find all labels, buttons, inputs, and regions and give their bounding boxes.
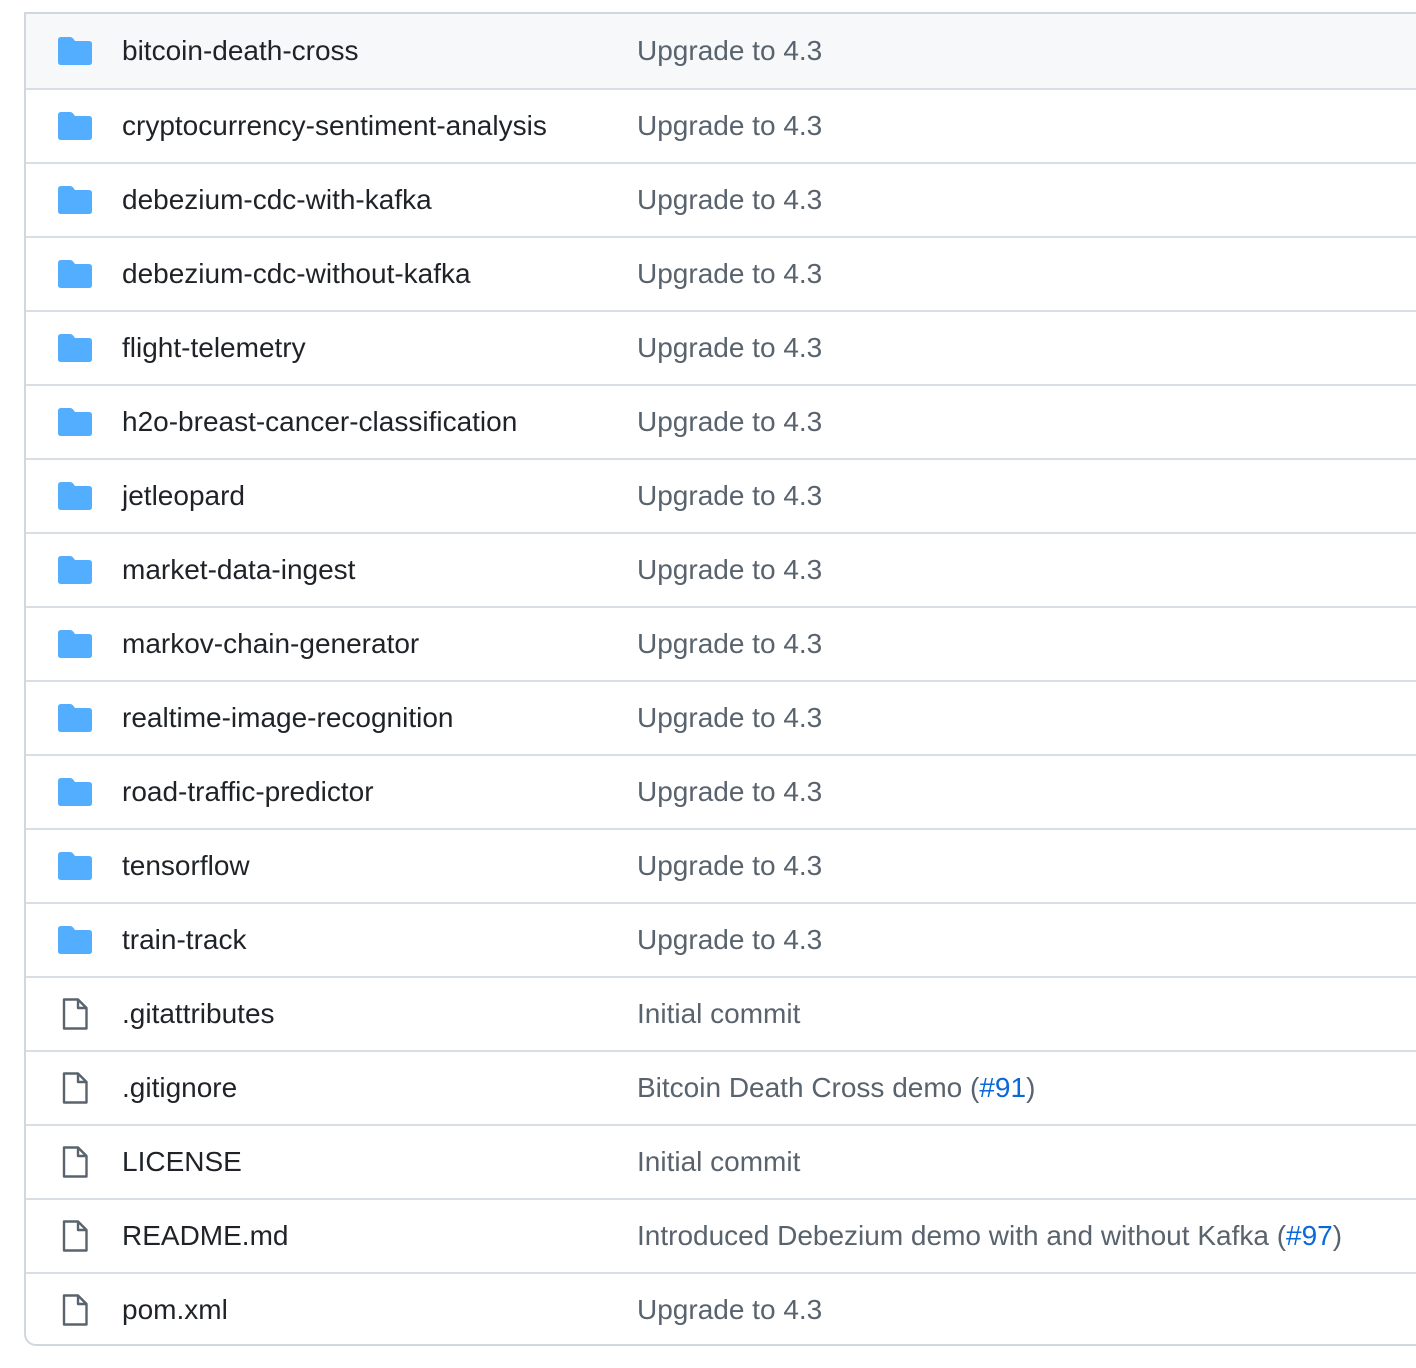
file-row[interactable]: .gitattributes Initial commit <box>26 976 1416 1050</box>
commit-message-text[interactable]: Upgrade to 4.3 <box>637 554 822 585</box>
file-row[interactable]: market-data-ingest Upgrade to 4.3 <box>26 532 1416 606</box>
commit-message-text[interactable]: Initial commit <box>637 998 800 1029</box>
file-icon <box>58 1220 92 1252</box>
commit-message[interactable]: Upgrade to 4.3 <box>637 406 822 438</box>
file-row[interactable]: tensorflow Upgrade to 4.3 <box>26 828 1416 902</box>
folder-icon <box>58 406 92 438</box>
entry-name[interactable]: tensorflow <box>122 850 250 882</box>
commit-message-text[interactable]: Upgrade to 4.3 <box>637 850 822 881</box>
file-row[interactable]: debezium-cdc-without-kafka Upgrade to 4.… <box>26 236 1416 310</box>
commit-message[interactable]: Upgrade to 4.3 <box>637 1294 822 1326</box>
entry-name[interactable]: LICENSE <box>122 1146 242 1178</box>
file-row[interactable]: cryptocurrency-sentiment-analysis Upgrad… <box>26 88 1416 162</box>
commit-message[interactable]: Upgrade to 4.3 <box>637 924 822 956</box>
commit-message-text[interactable]: Upgrade to 4.3 <box>637 628 822 659</box>
entry-name[interactable]: .gitattributes <box>122 998 275 1030</box>
commit-message[interactable]: Upgrade to 4.3 <box>637 850 822 882</box>
entry-name[interactable]: jetleopard <box>122 480 245 512</box>
file-icon <box>58 1146 92 1178</box>
commit-message-text[interactable]: Upgrade to 4.3 <box>637 184 822 215</box>
file-row[interactable]: .gitignore Bitcoin Death Cross demo (#91… <box>26 1050 1416 1124</box>
folder-icon <box>58 110 92 142</box>
commit-message[interactable]: Upgrade to 4.3 <box>637 480 822 512</box>
entry-name[interactable]: bitcoin-death-cross <box>122 35 359 67</box>
entry-name[interactable]: flight-telemetry <box>122 332 306 364</box>
file-row[interactable]: flight-telemetry Upgrade to 4.3 <box>26 310 1416 384</box>
file-row[interactable]: realtime-image-recognition Upgrade to 4.… <box>26 680 1416 754</box>
commit-message-text[interactable]: Upgrade to 4.3 <box>637 332 822 363</box>
entry-name[interactable]: debezium-cdc-with-kafka <box>122 184 432 216</box>
entry-name[interactable]: pom.xml <box>122 1294 228 1326</box>
folder-icon <box>58 628 92 660</box>
folder-icon <box>58 924 92 956</box>
file-row[interactable]: README.md Introduced Debezium demo with … <box>26 1198 1416 1272</box>
commit-message-text[interactable]: Upgrade to 4.3 <box>637 480 822 511</box>
commit-message[interactable]: Introduced Debezium demo with and withou… <box>637 1220 1342 1252</box>
entry-name[interactable]: road-traffic-predictor <box>122 776 374 808</box>
folder-icon <box>58 776 92 808</box>
commit-message[interactable]: Initial commit <box>637 998 800 1030</box>
commit-message-text[interactable]: Upgrade to 4.3 <box>637 110 822 141</box>
file-row[interactable]: road-traffic-predictor Upgrade to 4.3 <box>26 754 1416 828</box>
entry-name[interactable]: cryptocurrency-sentiment-analysis <box>122 110 547 142</box>
entry-name[interactable]: README.md <box>122 1220 288 1252</box>
commit-message-suffix: ) <box>1332 1220 1343 1251</box>
commit-message[interactable]: Upgrade to 4.3 <box>637 628 822 660</box>
file-row[interactable]: pom.xml Upgrade to 4.3 <box>26 1272 1416 1344</box>
file-row[interactable]: bitcoin-death-cross Upgrade to 4.3 <box>26 14 1416 88</box>
commit-message[interactable]: Initial commit <box>637 1146 800 1178</box>
file-row[interactable]: markov-chain-generator Upgrade to 4.3 <box>26 606 1416 680</box>
file-icon <box>58 998 92 1030</box>
entry-name[interactable]: debezium-cdc-without-kafka <box>122 258 471 290</box>
commit-message-text[interactable]: Introduced Debezium demo with and withou… <box>637 1220 1286 1251</box>
entry-name[interactable]: h2o-breast-cancer-classification <box>122 406 517 438</box>
commit-message-text[interactable]: Upgrade to 4.3 <box>637 1294 822 1325</box>
commit-message[interactable]: Upgrade to 4.3 <box>637 258 822 290</box>
commit-message-text[interactable]: Upgrade to 4.3 <box>637 406 822 437</box>
pull-request-link[interactable]: #97 <box>1286 1220 1333 1251</box>
file-list: bitcoin-death-cross Upgrade to 4.3 crypt… <box>24 12 1416 1346</box>
commit-message[interactable]: Upgrade to 4.3 <box>637 184 822 216</box>
file-row[interactable]: h2o-breast-cancer-classification Upgrade… <box>26 384 1416 458</box>
commit-message-text[interactable]: Bitcoin Death Cross demo ( <box>637 1072 979 1103</box>
file-icon <box>58 1294 92 1326</box>
folder-icon <box>58 35 92 67</box>
commit-message-text[interactable]: Upgrade to 4.3 <box>637 776 822 807</box>
commit-message-text[interactable]: Upgrade to 4.3 <box>637 702 822 733</box>
entry-name[interactable]: .gitignore <box>122 1072 237 1104</box>
commit-message[interactable]: Upgrade to 4.3 <box>637 776 822 808</box>
pull-request-link[interactable]: #91 <box>979 1072 1026 1103</box>
folder-icon <box>58 480 92 512</box>
folder-icon <box>58 850 92 882</box>
file-row[interactable]: train-track Upgrade to 4.3 <box>26 902 1416 976</box>
file-icon <box>58 1072 92 1104</box>
file-row[interactable]: LICENSE Initial commit <box>26 1124 1416 1198</box>
file-row[interactable]: debezium-cdc-with-kafka Upgrade to 4.3 <box>26 162 1416 236</box>
entry-name[interactable]: market-data-ingest <box>122 554 355 586</box>
folder-icon <box>58 258 92 290</box>
commit-message-text[interactable]: Initial commit <box>637 1146 800 1177</box>
folder-icon <box>58 554 92 586</box>
entry-name[interactable]: train-track <box>122 924 246 956</box>
entry-name[interactable]: markov-chain-generator <box>122 628 419 660</box>
commit-message-text[interactable]: Upgrade to 4.3 <box>637 35 822 66</box>
commit-message-text[interactable]: Upgrade to 4.3 <box>637 258 822 289</box>
commit-message[interactable]: Upgrade to 4.3 <box>637 110 822 142</box>
commit-message[interactable]: Upgrade to 4.3 <box>637 554 822 586</box>
commit-message[interactable]: Upgrade to 4.3 <box>637 35 822 67</box>
folder-icon <box>58 702 92 734</box>
commit-message[interactable]: Upgrade to 4.3 <box>637 702 822 734</box>
folder-icon <box>58 332 92 364</box>
commit-message[interactable]: Upgrade to 4.3 <box>637 332 822 364</box>
commit-message-suffix: ) <box>1026 1072 1036 1103</box>
commit-message[interactable]: Bitcoin Death Cross demo (#91) <box>637 1072 1035 1104</box>
file-row[interactable]: jetleopard Upgrade to 4.3 <box>26 458 1416 532</box>
commit-message-text[interactable]: Upgrade to 4.3 <box>637 924 822 955</box>
entry-name[interactable]: realtime-image-recognition <box>122 702 453 734</box>
folder-icon <box>58 184 92 216</box>
